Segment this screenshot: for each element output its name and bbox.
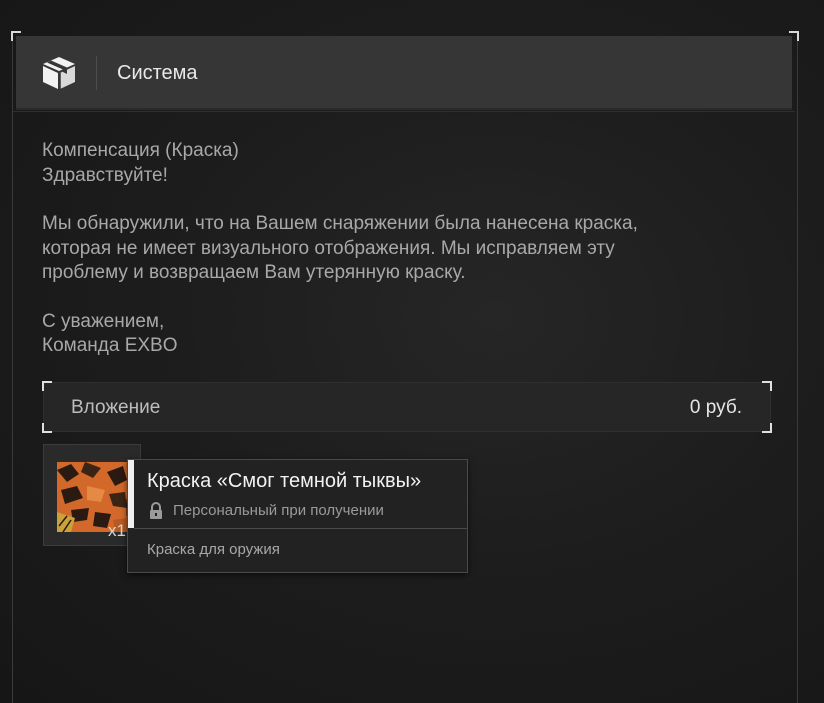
header-divider	[96, 56, 97, 90]
mail-window: Система Компенсация (Краска) Здравствуйт…	[0, 0, 824, 703]
message-panel: Система Компенсация (Краска) Здравствуйт…	[11, 31, 799, 703]
message-text-line: Мы обнаружили, что на Вашем снаряжении б…	[42, 213, 638, 234]
attachment-label: Вложение	[71, 397, 161, 418]
attachment-bar: Вложение 0 руб.	[42, 381, 772, 433]
message-text-line: проблему и возвращаем Вам утерянную крас…	[42, 262, 466, 283]
signature-line: Команда EXBO	[42, 335, 178, 356]
item-name: Краска «Смог темной тыквы»	[147, 470, 422, 492]
item-quantity: x1	[108, 521, 126, 540]
message-text-line: которая не имеет визуального отображения…	[42, 237, 615, 259]
tooltip-accent	[128, 460, 134, 528]
tooltip-divider	[134, 528, 467, 529]
message-body: Компенсация (Краска) Здравствуйте! Мы об…	[42, 139, 742, 359]
bar-corner	[762, 423, 772, 433]
message-header: Система	[16, 36, 792, 110]
bar-corner	[42, 381, 52, 391]
attachment-price: 0 руб.	[689, 397, 742, 418]
bar-corner	[762, 381, 772, 391]
message-subject: Компенсация (Краска)	[42, 140, 239, 161]
item-type: Краска для оружия	[147, 541, 280, 558]
message-greeting: Здравствуйте!	[42, 164, 168, 186]
item-binding: Персональный при получении	[173, 502, 384, 519]
header-divider-line	[13, 111, 795, 112]
item-tooltip: Краска «Смог темной тыквы» Персональный …	[127, 459, 468, 573]
signature-line: С уважением,	[42, 310, 165, 332]
bar-corner	[42, 423, 52, 433]
lock-icon	[148, 502, 164, 520]
package-icon	[40, 54, 78, 92]
sender-title: Система	[117, 62, 198, 84]
